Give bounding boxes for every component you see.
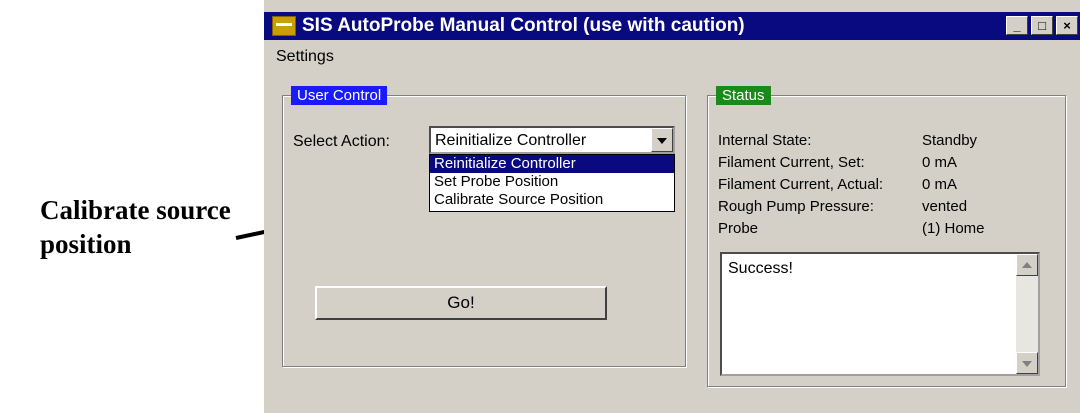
close-button[interactable]: × [1056, 16, 1078, 35]
action-select[interactable]: Reinitialize Controller [429, 126, 675, 154]
status-row-filament-set: Filament Current, Set: 0 mA [718, 154, 1058, 176]
option-reinitialize-controller[interactable]: Reinitialize Controller [430, 155, 674, 173]
log-scrollbar[interactable] [1016, 254, 1038, 374]
go-button[interactable]: Go! [315, 286, 607, 320]
user-control-group: User Control Select Action: Reinitialize… [282, 86, 686, 367]
action-dropdown-list: Reinitialize Controller Set Probe Positi… [429, 154, 675, 212]
autoprobe-window: SIS AutoProbe Manual Control (use with c… [264, 0, 1080, 413]
status-key: Filament Current, Actual: [718, 176, 884, 193]
status-row-rough-pump: Rough Pump Pressure: vented [718, 198, 1058, 220]
option-calibrate-source-position[interactable]: Calibrate Source Position [430, 191, 674, 209]
scroll-up-icon[interactable] [1016, 254, 1038, 276]
title-bar[interactable]: SIS AutoProbe Manual Control (use with c… [264, 12, 1080, 40]
status-key: Rough Pump Pressure: [718, 198, 874, 215]
status-row-internal-state: Internal State: Standby [718, 132, 1058, 154]
status-key: Internal State: [718, 132, 812, 149]
status-value: 0 mA [922, 176, 958, 193]
action-select-value: Reinitialize Controller [435, 132, 587, 149]
chevron-down-icon[interactable] [651, 128, 673, 152]
autoprobe-app-icon [272, 16, 296, 36]
log-text: Success! [728, 260, 793, 277]
status-group: Status Internal State: Standby Filament … [707, 86, 1066, 387]
menu-settings[interactable]: Settings [276, 48, 334, 66]
select-action-label: Select Action: [293, 133, 390, 150]
status-value: 0 mA [922, 154, 958, 171]
status-value: Standby [922, 132, 978, 149]
status-value: (1) Home [922, 220, 985, 237]
status-key: Probe [718, 220, 759, 237]
status-value: vented [922, 198, 968, 215]
option-set-probe-position[interactable]: Set Probe Position [430, 173, 674, 191]
status-row-probe: Probe (1) Home [718, 220, 1058, 242]
status-label: Status [716, 86, 771, 105]
minimize-button[interactable]: _ [1006, 16, 1028, 35]
menu-bar: Settings [264, 42, 1080, 72]
annotation-text: Calibrate source position [40, 195, 231, 259]
window-title: SIS AutoProbe Manual Control (use with c… [302, 15, 745, 36]
status-log-textarea[interactable]: Success! [720, 252, 1040, 376]
user-control-label: User Control [291, 86, 388, 105]
status-key: Filament Current, Set: [718, 154, 865, 171]
status-row-filament-actual: Filament Current, Actual: 0 mA [718, 176, 1058, 198]
scroll-down-icon[interactable] [1016, 352, 1038, 374]
maximize-button[interactable]: □ [1031, 16, 1053, 35]
